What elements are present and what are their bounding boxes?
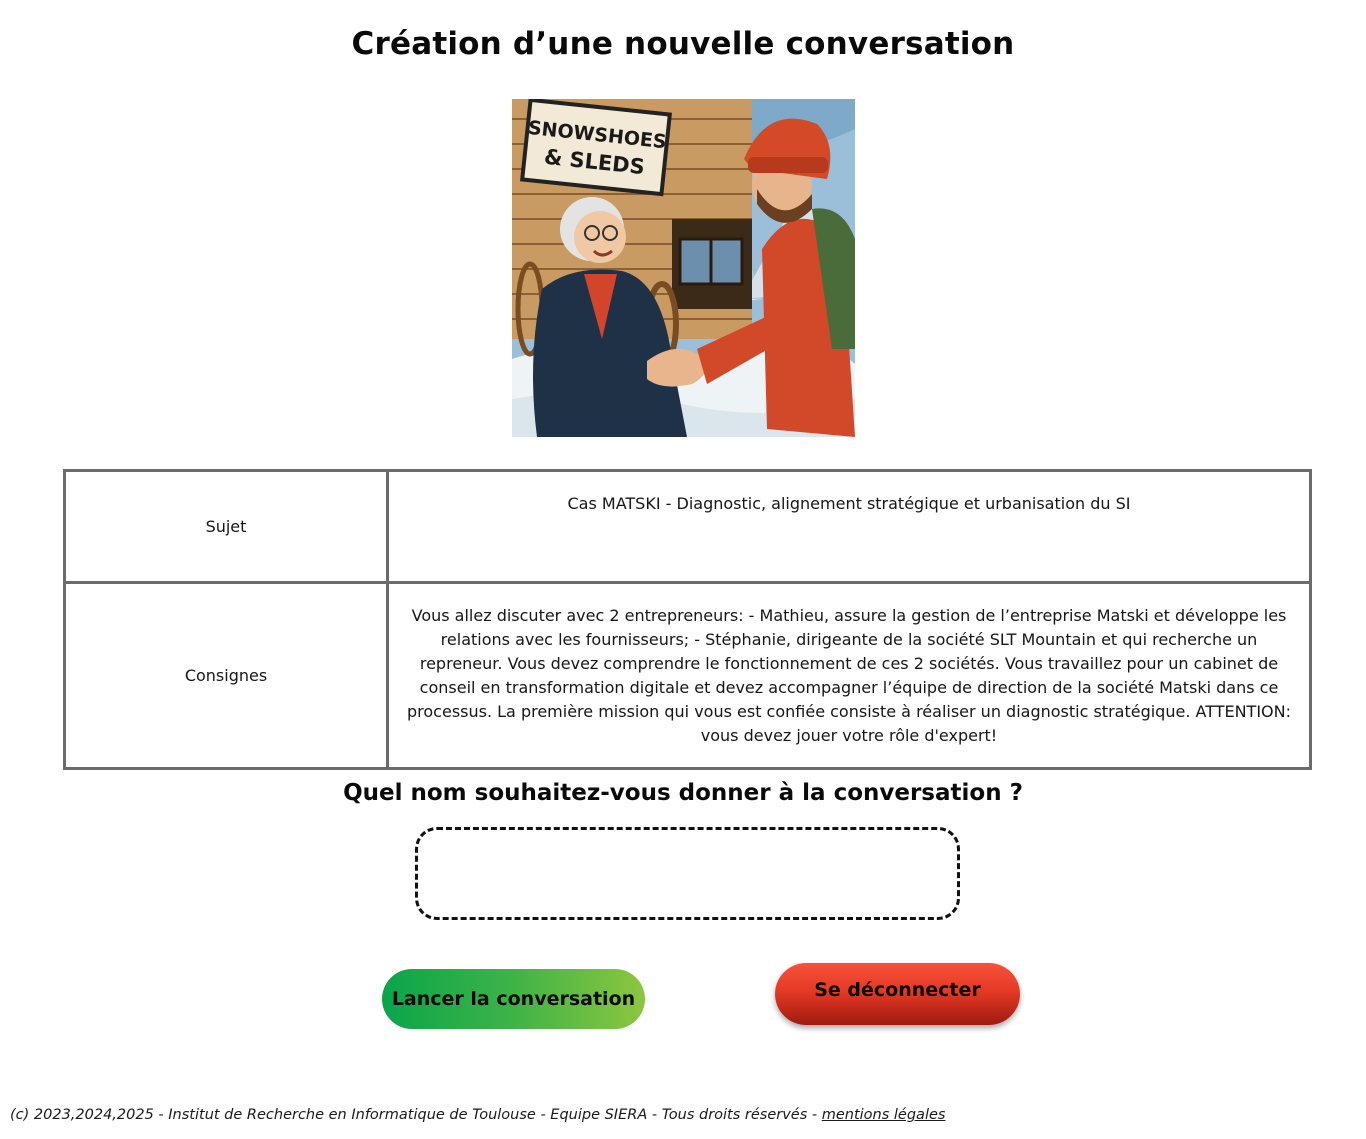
sujet-value: Cas MATSKI - Diagnostic, alignement stra…	[386, 469, 1312, 584]
conversation-name-question: Quel nom souhaitez-vous donner à la conv…	[343, 780, 1023, 806]
consignes-label: Consignes	[63, 581, 389, 770]
table-row-sujet: Sujet Cas MATSKI - Diagnostic, alignemen…	[63, 469, 1312, 584]
footer: (c) 2023,2024,2025 - Institut de Recherc…	[10, 1107, 945, 1123]
conversation-info-table: Sujet Cas MATSKI - Diagnostic, alignemen…	[63, 469, 1312, 770]
table-row-consignes: Consignes Vous allez discuter avec 2 ent…	[63, 581, 1312, 770]
legal-notice-link[interactable]: mentions légales	[822, 1107, 946, 1123]
illustration-image: SNOWSHOES & SLEDS	[512, 99, 855, 437]
consignes-value: Vous allez discuter avec 2 entrepreneurs…	[386, 581, 1312, 770]
sujet-label: Sujet	[63, 469, 389, 584]
page-title: Création d’une nouvelle conversation	[351, 26, 1015, 62]
launch-conversation-button[interactable]: Lancer la conversation	[382, 969, 645, 1029]
conversation-name-input[interactable]	[415, 827, 960, 920]
logout-button[interactable]: Se déconnecter	[775, 963, 1020, 1025]
footer-copyright: (c) 2023,2024,2025 - Institut de Recherc…	[10, 1107, 822, 1123]
